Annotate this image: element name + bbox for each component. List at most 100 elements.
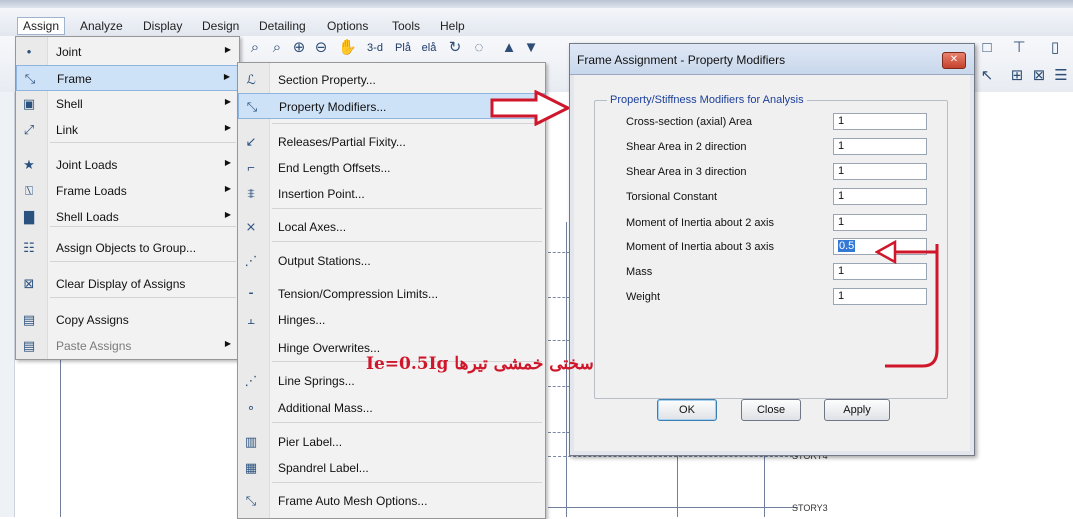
- ok-button[interactable]: OK: [657, 399, 717, 421]
- tension-limits-icon: ⁃: [247, 286, 255, 301]
- assign-menu-item[interactable]: ★ Joint Loads ▶: [16, 152, 239, 178]
- modifier-value: 1: [838, 165, 845, 177]
- modifier-input[interactable]: 1: [833, 188, 927, 205]
- menu-item-label: Releases/Partial Fixity...: [278, 135, 406, 149]
- menu-item-label: Property Modifiers...: [279, 100, 387, 114]
- assign-menu-item[interactable]: ▤ Copy Assigns: [16, 307, 239, 333]
- grid-icon[interactable]: ⊞: [1008, 67, 1026, 85]
- assign-menu-item[interactable]: ⤡ Frame ▶: [16, 65, 239, 91]
- menu-item-label: Line Springs...: [278, 374, 355, 388]
- menu-analyze[interactable]: Analyze: [80, 19, 123, 33]
- frame-beam: [548, 456, 798, 457]
- zoom-restore-icon[interactable]: ⌕: [268, 39, 286, 57]
- window-top-strip: [0, 0, 1073, 8]
- frame-submenu-item[interactable]: ⤡ Frame Auto Mesh Options...: [238, 488, 545, 514]
- frame-submenu-item[interactable]: ▦ Spandrel Label...: [238, 455, 545, 481]
- move-down-icon[interactable]: ▼: [522, 39, 540, 57]
- menu-item-label: Tension/Compression Limits...: [278, 287, 439, 301]
- frame-icon: ⤡: [24, 71, 36, 86]
- frame-beam: [548, 386, 570, 387]
- frame-submenu-item[interactable]: ⩨ Insertion Point...: [238, 181, 545, 207]
- modifier-value: 0.5: [838, 240, 856, 252]
- assign-menu-item[interactable]: ☷ Assign Objects to Group...: [16, 235, 239, 261]
- assign-menu-item[interactable]: ⊠ Clear Display of Assigns: [16, 271, 239, 297]
- modifier-value: 1: [838, 216, 845, 228]
- menu-tools[interactable]: Tools: [392, 19, 420, 33]
- elevation-view-button[interactable]: elå: [418, 39, 440, 57]
- plan-view-button[interactable]: Plå: [392, 39, 414, 57]
- snap-dropdown-icon[interactable]: □: [978, 39, 996, 57]
- apply-button[interactable]: Apply: [824, 399, 890, 421]
- dialog-titlebar[interactable]: Frame Assignment - Property Modifiers ✕: [570, 44, 974, 75]
- frame-submenu-item[interactable]: ↙ Releases/Partial Fixity...: [238, 129, 545, 155]
- additional-mass-icon: ∘: [246, 400, 256, 415]
- joint-loads-icon: ★: [23, 157, 35, 172]
- options-icon[interactable]: ☰: [1052, 67, 1070, 85]
- frame-submenu-item[interactable]: ⌐ End Length Offsets...: [238, 155, 545, 181]
- menu-item-label: Shell: [56, 97, 83, 111]
- assign-menu-item[interactable]: • Joint ▶: [16, 39, 239, 65]
- menu-assign[interactable]: Assign: [17, 17, 66, 35]
- modifier-value: 1: [838, 290, 845, 302]
- menu-display[interactable]: Display: [143, 19, 182, 33]
- frame-beam: [548, 340, 570, 341]
- frame-submenu-item[interactable]: ⋰ Output Stations...: [238, 248, 545, 274]
- menu-item-label: Clear Display of Assigns: [56, 277, 186, 291]
- assign-menu: • Joint ▶ ⤡ Frame ▶ ▣ Shell ▶ ⤢ Link ▶ ★ Joint Loads ▶…: [15, 36, 240, 360]
- modifier-label: Cross-section (axial) Area: [626, 116, 752, 128]
- view-3d-button[interactable]: 3-d: [364, 39, 386, 57]
- menu-item-label: Output Stations...: [278, 254, 371, 268]
- copy-icon: ▤: [22, 312, 36, 327]
- menu-options[interactable]: Options: [327, 19, 368, 33]
- move-up-icon[interactable]: ▲: [500, 39, 518, 57]
- zoom-out-icon[interactable]: ⊖: [312, 39, 330, 57]
- menu-design[interactable]: Design: [202, 19, 239, 33]
- zoom-in-window-icon[interactable]: ⌕: [246, 39, 264, 57]
- modifier-input[interactable]: 1: [833, 214, 927, 231]
- assign-menu-item[interactable]: ⍂ Frame Loads ▶: [16, 178, 239, 204]
- frame-beam: [548, 252, 570, 253]
- menu-item-label: Copy Assigns: [56, 313, 129, 327]
- close-button[interactable]: Close: [741, 399, 801, 421]
- close-icon[interactable]: ✕: [942, 52, 966, 69]
- spandrel-label-icon: ▦: [244, 460, 258, 475]
- menu-item-label: Assign Objects to Group...: [56, 241, 197, 255]
- shell-icon: ▣: [22, 96, 36, 111]
- rotate-icon[interactable]: ↻: [446, 39, 464, 57]
- section-dropdown-icon[interactable]: ▯: [1046, 39, 1064, 57]
- pier-label-icon: ▥: [244, 434, 258, 449]
- select-icon[interactable]: ↖: [978, 67, 996, 85]
- frame-submenu-item[interactable]: ⫠ Hinges...: [238, 307, 545, 333]
- menu-item-label: Additional Mass...: [278, 401, 373, 415]
- menu-help[interactable]: Help: [440, 19, 465, 33]
- frame-submenu-item[interactable]: ▥ Pier Label...: [238, 429, 545, 455]
- modifier-label: Shear Area in 2 direction: [626, 141, 747, 153]
- clear-icon[interactable]: ⊠: [1030, 67, 1048, 85]
- menu-item-label: Joint: [56, 45, 82, 59]
- menu-separator: [272, 208, 542, 209]
- assign-menu-item[interactable]: ▇ Shell Loads ▶: [16, 204, 239, 230]
- frame-submenu-item[interactable]: ∘ Additional Mass...: [238, 395, 545, 421]
- draw-dropdown-icon[interactable]: ⊤: [1010, 39, 1028, 57]
- frame-submenu-item[interactable]: ⁃ Tension/Compression Limits...: [238, 281, 545, 307]
- pan-icon[interactable]: ✋: [338, 39, 357, 57]
- assign-menu-item[interactable]: ▤ Paste Assigns ▶: [16, 333, 239, 359]
- hinge-overwrites-icon: [242, 339, 260, 357]
- link-icon: ⤢: [23, 122, 35, 137]
- group-icon: ☷: [23, 240, 35, 255]
- zoom-in-icon[interactable]: ⊕: [290, 39, 308, 57]
- local-axes-icon: ⨯: [245, 219, 257, 234]
- menu-item-label: Link: [56, 123, 79, 137]
- frame-submenu-item[interactable]: ⨯ Local Axes...: [238, 214, 545, 240]
- modifier-value: 1: [838, 265, 845, 277]
- perspective-icon[interactable]: ◌: [470, 39, 488, 57]
- modifier-input[interactable]: 1: [833, 113, 927, 130]
- menu-item-label: Frame Loads: [56, 184, 127, 198]
- section-property-icon: ℒ: [246, 72, 256, 87]
- modifier-input[interactable]: 1: [833, 163, 927, 180]
- assign-menu-item[interactable]: ⤢ Link ▶: [16, 117, 239, 143]
- menu-detailing[interactable]: Detailing: [259, 19, 306, 33]
- menu-item-label: Shell Loads: [56, 210, 119, 224]
- assign-menu-item[interactable]: ▣ Shell ▶: [16, 91, 239, 117]
- modifier-input[interactable]: 1: [833, 138, 927, 155]
